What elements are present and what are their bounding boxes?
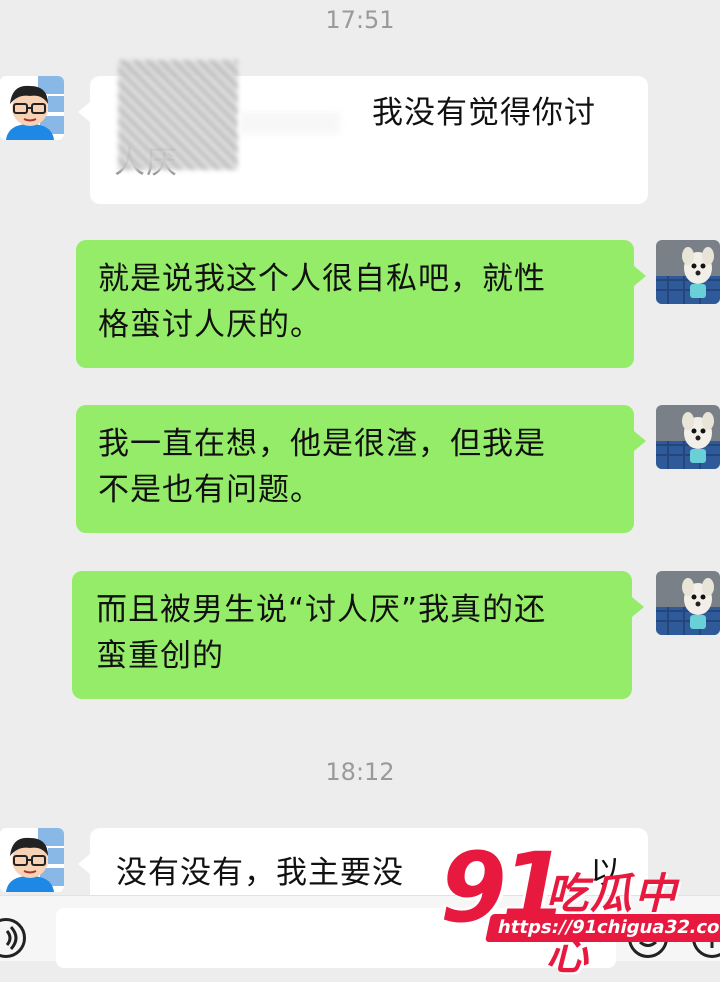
my-avatar[interactable] — [656, 405, 720, 469]
sent-message-bubble[interactable]: 就是说我这个人很自私吧，就性 格蛮讨人厌的。 — [76, 240, 646, 368]
redaction-smudge — [240, 112, 340, 134]
redaction-mosaic — [118, 60, 238, 170]
my-avatar[interactable] — [656, 571, 720, 635]
message-line: 而且被男生说“讨人厌”我真的还 — [96, 592, 547, 628]
cartoon-boy-glasses-avatar-icon — [0, 828, 64, 892]
message-line: 就是说我这个人很自私吧，就性 — [98, 261, 546, 297]
white-dog-avatar-icon — [656, 240, 720, 304]
my-avatar[interactable] — [656, 240, 720, 304]
sent-message-bubble[interactable]: 我一直在想，他是很渣，但我是 不是也有问题。 — [76, 405, 646, 533]
cartoon-boy-glasses-avatar-icon — [0, 76, 64, 140]
timestamp: 18:12 — [325, 758, 395, 786]
sent-message-bubble[interactable]: 而且被男生说“讨人厌”我真的还 蛮重创的 — [72, 571, 644, 699]
contact-avatar[interactable] — [0, 76, 64, 140]
message-line: 蛮重创的 — [96, 638, 224, 674]
timestamp: 17:51 — [325, 6, 395, 34]
message-line: 我一直在想，他是很渣，但我是 — [98, 426, 546, 462]
message-text: 我没有觉得你讨 — [372, 95, 596, 131]
message-line: 格蛮讨人厌的。 — [98, 307, 322, 343]
watermark-url: https://91chigua32.com — [485, 914, 720, 942]
white-dog-avatar-icon — [656, 571, 720, 635]
voice-icon[interactable] — [0, 918, 26, 958]
white-dog-avatar-icon — [656, 405, 720, 469]
watermark-logo: 91 吃瓜中心 https://91chigua32.com — [440, 832, 720, 979]
message-line: 不是也有问题。 — [98, 472, 322, 508]
message-text: 没有没有，我主要没 — [116, 855, 404, 891]
contact-avatar[interactable] — [0, 828, 64, 892]
